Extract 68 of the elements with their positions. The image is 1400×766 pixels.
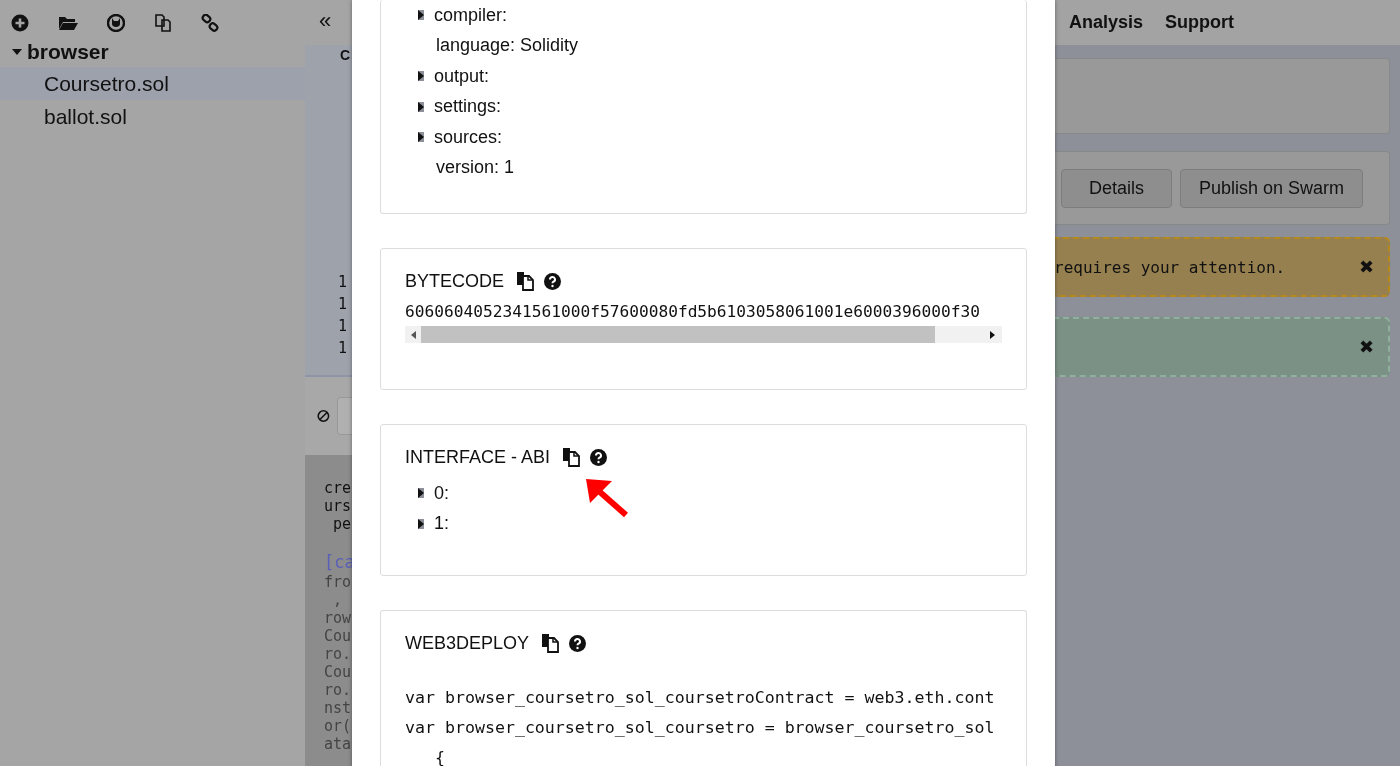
folder-icon[interactable] [58,14,78,31]
add-file-icon[interactable] [11,13,29,32]
terminal-line: Cou [324,627,352,645]
section-title: WEB3DEPLOY [405,632,530,654]
line-number: 1 [338,295,349,315]
collapse-button[interactable]: « [305,7,332,38]
scroll-right-icon[interactable] [988,330,996,339]
tree-item[interactable]: output: [434,65,490,87]
terminal-line: or( [324,717,352,735]
terminal-line: ro. [324,645,352,663]
alert-text: requires your attention. [1053,257,1286,277]
terminal-line: fro [324,573,352,591]
copy-icon[interactable] [541,633,560,653]
cat-head-icon[interactable] [107,13,125,32]
action-button[interactable]: Details [1061,168,1173,208]
code-line: var browser_coursetro_sol_coursetro = browser_coursetro_sol [405,718,996,739]
tree-item[interactable]: sources: [434,126,503,148]
copy-icon[interactable] [516,271,535,291]
tree-item: language: Solidity [436,35,579,57]
folder-item[interactable]: browser [0,37,305,67]
bytecode-text: 6060604052341561000f57600080fd5b6103058061001e6000396000f30 [405,302,981,323]
terminal-line: , [332,591,344,609]
caret-icon[interactable] [418,488,424,499]
section-title: INTERFACE - ABI [405,446,551,468]
tree-item[interactable]: 1: [434,513,449,535]
action-button[interactable]: Publish on Swarm [1180,168,1364,208]
terminal-line: ro. [324,681,352,699]
line-number: 1 [338,317,349,337]
line-number: 1 [338,339,349,359]
terminal-line: urs [324,497,352,515]
menu-tab[interactable]: Analysis [1069,12,1144,33]
clear-icon[interactable] [317,407,330,425]
line-number: 1 [338,273,349,293]
code-line: var browser_coursetro_sol_coursetroContract = web3.eth.cont [405,688,996,709]
terminal-line: ata [324,735,352,753]
link-icon[interactable] [201,13,219,32]
tree-item[interactable]: compiler: [434,4,508,26]
editor-tab[interactable]: C [305,45,352,63]
close-button[interactable]: ✖ [1359,336,1388,358]
tree-item: version: 1 [436,157,515,179]
horizontal-scrollbar[interactable] [405,326,1002,343]
help-icon[interactable] [544,272,562,290]
close-button[interactable]: ✖ [1359,256,1388,278]
terminal-line: pe [332,515,352,533]
tree-item[interactable]: settings: [434,96,502,118]
folder-label: browser [27,40,109,64]
code-line: { [433,748,446,766]
terminal-line: Cou [324,663,352,681]
help-icon[interactable] [590,448,608,466]
scroll-left-icon[interactable] [410,330,418,339]
file-item[interactable]: ballot.sol [0,100,305,133]
file-item[interactable]: Coursetro.sol [0,67,305,100]
caret-icon[interactable] [418,518,424,529]
arrow-icon [584,477,630,519]
caret-icon[interactable] [418,132,424,143]
menu-tab[interactable]: Support [1165,12,1235,33]
filter-field[interactable] [336,397,352,435]
tree-item[interactable]: 0: [434,482,449,504]
section-title: BYTECODE [405,270,505,292]
help-icon[interactable] [569,634,587,652]
caret-icon[interactable] [418,101,424,112]
caret-icon[interactable] [418,71,424,82]
terminal-line: row [324,609,352,627]
caret-icon[interactable] [418,10,424,21]
copy-icon[interactable] [562,447,581,467]
copy-icon[interactable] [154,13,172,32]
terminal-line: nst [324,699,352,717]
terminal-line: cre [324,479,352,497]
